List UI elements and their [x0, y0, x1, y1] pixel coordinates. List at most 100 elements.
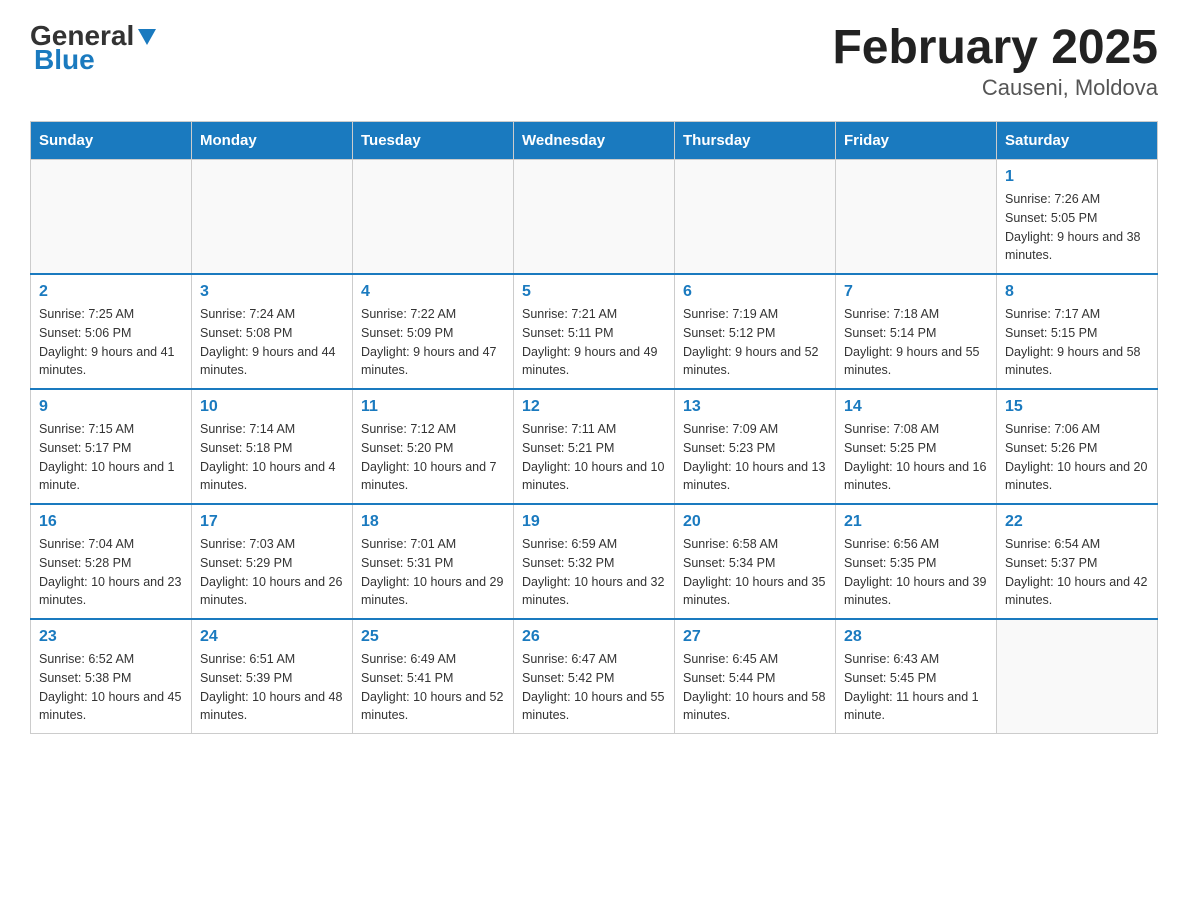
header-tuesday: Tuesday — [353, 122, 514, 160]
header-wednesday: Wednesday — [514, 122, 675, 160]
calendar-cell: 27 Sunrise: 6:45 AMSunset: 5:44 PMDayligh… — [675, 619, 836, 734]
calendar-cell — [675, 160, 836, 275]
calendar-cell: 18 Sunrise: 7:01 AMSunset: 5:31 PMDayligh… — [353, 504, 514, 619]
day-number: 24 — [200, 628, 344, 646]
calendar-cell: 1 Sunrise: 7:26 AMSunset: 5:05 PMDaylight… — [997, 160, 1158, 275]
month-title: February 2025 — [832, 20, 1158, 75]
calendar-cell: 22 Sunrise: 6:54 AMSunset: 5:37 PMDayligh… — [997, 504, 1158, 619]
calendar-cell: 14Sunrise: 7:08 AMSunset: 5:25 PMDayligh… — [836, 389, 997, 504]
day-number: 11 — [361, 398, 505, 416]
day-info: Sunrise: 7:22 AMSunset: 5:09 PMDaylight:… — [361, 305, 505, 380]
day-number: 8 — [1005, 283, 1149, 301]
calendar-cell — [997, 619, 1158, 734]
day-number: 6 — [683, 283, 827, 301]
day-info: Sunrise: 7:04 AMSunset: 5:28 PMDaylight:… — [39, 535, 183, 610]
calendar-cell: 9Sunrise: 7:15 AMSunset: 5:17 PMDaylight… — [31, 389, 192, 504]
calendar-cell: 20 Sunrise: 6:58 AMSunset: 5:34 PMDayligh… — [675, 504, 836, 619]
calendar-week-3: 9Sunrise: 7:15 AMSunset: 5:17 PMDaylight… — [31, 389, 1158, 504]
day-info: Sunrise: 7:12 AMSunset: 5:20 PMDaylight:… — [361, 420, 505, 495]
day-number: 27 — [683, 628, 827, 646]
calendar-cell: 11 Sunrise: 7:12 AMSunset: 5:20 PMDayligh… — [353, 389, 514, 504]
header-friday: Friday — [836, 122, 997, 160]
calendar-cell — [192, 160, 353, 275]
page-header: General Blue February 2025 Causeni, Mold… — [30, 20, 1158, 101]
day-number: 28 — [844, 628, 988, 646]
calendar-cell — [353, 160, 514, 275]
day-number: 18 — [361, 513, 505, 531]
calendar-header-row: Sunday Monday Tuesday Wednesday Thursday… — [31, 122, 1158, 160]
day-number: 20 — [683, 513, 827, 531]
day-info: Sunrise: 7:06 AMSunset: 5:26 PMDaylight:… — [1005, 420, 1149, 495]
day-info: Sunrise: 6:54 AMSunset: 5:37 PMDaylight:… — [1005, 535, 1149, 610]
calendar-cell: 28Sunrise: 6:43 AMSunset: 5:45 PMDayligh… — [836, 619, 997, 734]
calendar-cell: 19 Sunrise: 6:59 AMSunset: 5:32 PMDayligh… — [514, 504, 675, 619]
day-info: Sunrise: 7:11 AMSunset: 5:21 PMDaylight:… — [522, 420, 666, 495]
day-info: Sunrise: 7:14 AMSunset: 5:18 PMDaylight:… — [200, 420, 344, 495]
day-number: 2 — [39, 283, 183, 301]
calendar-cell: 7Sunrise: 7:18 AMSunset: 5:14 PMDaylight… — [836, 274, 997, 389]
day-info: Sunrise: 7:17 AMSunset: 5:15 PMDaylight:… — [1005, 305, 1149, 380]
day-info: Sunrise: 7:24 AMSunset: 5:08 PMDaylight:… — [200, 305, 344, 380]
calendar-cell: 12 Sunrise: 7:11 AMSunset: 5:21 PMDayligh… — [514, 389, 675, 504]
day-info: Sunrise: 7:26 AMSunset: 5:05 PMDaylight:… — [1005, 190, 1149, 265]
calendar-cell — [514, 160, 675, 275]
calendar-cell: 17Sunrise: 7:03 AMSunset: 5:29 PMDayligh… — [192, 504, 353, 619]
day-number: 22 — [1005, 513, 1149, 531]
day-info: Sunrise: 6:47 AMSunset: 5:42 PMDaylight:… — [522, 650, 666, 725]
calendar-cell: 10 Sunrise: 7:14 AMSunset: 5:18 PMDayligh… — [192, 389, 353, 504]
day-number: 9 — [39, 398, 183, 416]
calendar-week-5: 23Sunrise: 6:52 AMSunset: 5:38 PMDayligh… — [31, 619, 1158, 734]
location: Causeni, Moldova — [832, 75, 1158, 101]
day-info: Sunrise: 6:59 AMSunset: 5:32 PMDaylight:… — [522, 535, 666, 610]
calendar-cell: 23Sunrise: 6:52 AMSunset: 5:38 PMDayligh… — [31, 619, 192, 734]
calendar-cell: 2 Sunrise: 7:25 AMSunset: 5:06 PMDaylight… — [31, 274, 192, 389]
calendar-cell: 26 Sunrise: 6:47 AMSunset: 5:42 PMDayligh… — [514, 619, 675, 734]
day-number: 15 — [1005, 398, 1149, 416]
day-info: Sunrise: 7:18 AMSunset: 5:14 PMDaylight:… — [844, 305, 988, 380]
day-info: Sunrise: 7:21 AMSunset: 5:11 PMDaylight:… — [522, 305, 666, 380]
day-info: Sunrise: 6:51 AMSunset: 5:39 PMDaylight:… — [200, 650, 344, 725]
header-saturday: Saturday — [997, 122, 1158, 160]
day-number: 17 — [200, 513, 344, 531]
day-number: 19 — [522, 513, 666, 531]
day-number: 10 — [200, 398, 344, 416]
calendar-cell: 13Sunrise: 7:09 AMSunset: 5:23 PMDayligh… — [675, 389, 836, 504]
day-number: 26 — [522, 628, 666, 646]
day-number: 25 — [361, 628, 505, 646]
calendar-cell: 25 Sunrise: 6:49 AMSunset: 5:41 PMDayligh… — [353, 619, 514, 734]
calendar-cell — [836, 160, 997, 275]
calendar-week-2: 2 Sunrise: 7:25 AMSunset: 5:06 PMDaylight… — [31, 274, 1158, 389]
calendar-cell: 5 Sunrise: 7:21 AMSunset: 5:11 PMDaylight… — [514, 274, 675, 389]
day-number: 23 — [39, 628, 183, 646]
day-number: 12 — [522, 398, 666, 416]
calendar-cell: 8 Sunrise: 7:17 AMSunset: 5:15 PMDaylight… — [997, 274, 1158, 389]
calendar-cell: 21 Sunrise: 6:56 AMSunset: 5:35 PMDayligh… — [836, 504, 997, 619]
day-info: Sunrise: 6:58 AMSunset: 5:34 PMDaylight:… — [683, 535, 827, 610]
day-number: 4 — [361, 283, 505, 301]
header-monday: Monday — [192, 122, 353, 160]
header-thursday: Thursday — [675, 122, 836, 160]
day-info: Sunrise: 6:45 AMSunset: 5:44 PMDaylight:… — [683, 650, 827, 725]
calendar-cell: 3Sunrise: 7:24 AMSunset: 5:08 PMDaylight… — [192, 274, 353, 389]
day-number: 5 — [522, 283, 666, 301]
header-sunday: Sunday — [31, 122, 192, 160]
day-number: 1 — [1005, 168, 1149, 186]
day-number: 21 — [844, 513, 988, 531]
title-area: February 2025 Causeni, Moldova — [832, 20, 1158, 101]
logo: General Blue — [30, 20, 158, 76]
calendar-table: Sunday Monday Tuesday Wednesday Thursday… — [30, 121, 1158, 734]
day-info: Sunrise: 7:25 AMSunset: 5:06 PMDaylight:… — [39, 305, 183, 380]
calendar-cell — [31, 160, 192, 275]
calendar-cell: 15 Sunrise: 7:06 AMSunset: 5:26 PMDayligh… — [997, 389, 1158, 504]
day-info: Sunrise: 7:01 AMSunset: 5:31 PMDaylight:… — [361, 535, 505, 610]
day-info: Sunrise: 6:49 AMSunset: 5:41 PMDaylight:… — [361, 650, 505, 725]
day-info: Sunrise: 7:19 AMSunset: 5:12 PMDaylight:… — [683, 305, 827, 380]
day-info: Sunrise: 7:09 AMSunset: 5:23 PMDaylight:… — [683, 420, 827, 495]
day-info: Sunrise: 6:56 AMSunset: 5:35 PMDaylight:… — [844, 535, 988, 610]
calendar-week-1: 1 Sunrise: 7:26 AMSunset: 5:05 PMDaylight… — [31, 160, 1158, 275]
logo-blue: Blue — [34, 44, 95, 76]
calendar-week-4: 16 Sunrise: 7:04 AMSunset: 5:28 PMDayligh… — [31, 504, 1158, 619]
calendar-cell: 24 Sunrise: 6:51 AMSunset: 5:39 PMDayligh… — [192, 619, 353, 734]
day-info: Sunrise: 7:08 AMSunset: 5:25 PMDaylight:… — [844, 420, 988, 495]
day-number: 16 — [39, 513, 183, 531]
